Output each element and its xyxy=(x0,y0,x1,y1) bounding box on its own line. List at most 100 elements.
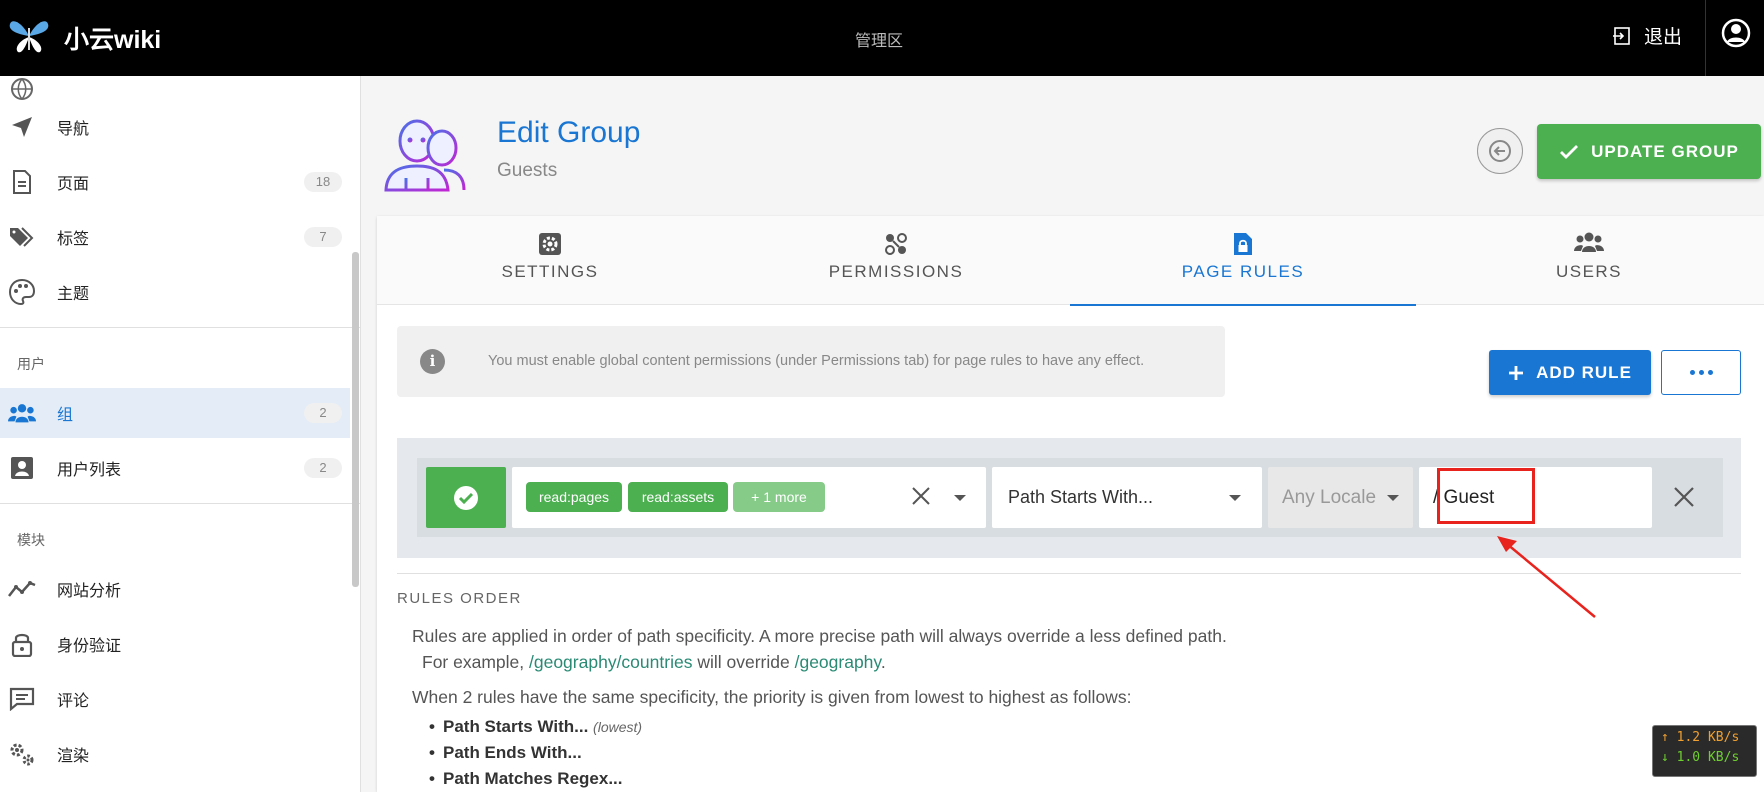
user-list-icon xyxy=(8,454,36,482)
upload-speed: ↑ 1.2 KB/s xyxy=(1661,730,1740,745)
add-rule-button[interactable]: ADD RULE xyxy=(1489,350,1651,395)
logout-button[interactable]: 退出 xyxy=(1612,22,1682,49)
tab-settings[interactable]: SETTINGS xyxy=(377,216,723,305)
permission-chip[interactable]: read:assets xyxy=(628,482,728,512)
sidebar-item-rendering[interactable]: 渲染 xyxy=(0,729,350,779)
clear-icon[interactable] xyxy=(910,485,932,507)
gears-icon xyxy=(8,740,36,768)
more-permissions-chip[interactable]: + 1 more xyxy=(733,482,825,512)
sidebar-item-label: 标签 xyxy=(57,231,90,248)
sidebar-item-label: 组 xyxy=(57,407,74,424)
tab-label: SETTINGS xyxy=(501,262,599,281)
lowest-note: (lowest) xyxy=(593,719,643,735)
file-lock-icon xyxy=(1234,233,1252,255)
annotation-arrow-icon xyxy=(1497,536,1596,618)
sidebar-item-pages[interactable]: 页面 18 xyxy=(0,157,350,207)
network-speed-widget: ↑ 1.2 KB/s ↓ 1.0 KB/s xyxy=(1652,725,1757,777)
sidebar-item-comments[interactable]: 评论 xyxy=(0,674,350,724)
site-title[interactable]: 小云wiki xyxy=(64,20,161,56)
gear-icon xyxy=(539,233,561,255)
delete-rule-icon[interactable] xyxy=(1671,484,1697,510)
sidebar-item-tags[interactable]: 标签 7 xyxy=(0,212,350,262)
rules-order-heading: RULES ORDER xyxy=(397,590,522,607)
sidebar-item-label: 身份验证 xyxy=(57,638,122,655)
top-bar: 小云wiki 管理区 退出 xyxy=(0,0,1764,76)
more-dots-icon xyxy=(1689,370,1695,375)
dropdown-caret-icon[interactable] xyxy=(954,495,966,501)
page-title: Edit Group xyxy=(497,116,641,149)
locale-select[interactable]: Any Locale xyxy=(1268,467,1413,528)
sidebar-item-navigation[interactable]: 导航 xyxy=(0,102,350,152)
back-button[interactable] xyxy=(1477,128,1523,174)
sidebar-item-label: 导航 xyxy=(57,121,90,138)
permissions-select[interactable]: read:pages read:assets + 1 more xyxy=(512,467,986,528)
logout-icon xyxy=(1613,26,1630,45)
example-path-link[interactable]: /geography xyxy=(795,652,881,672)
sidebar-item-label: 网站分析 xyxy=(57,583,122,600)
check-icon xyxy=(1560,144,1579,159)
sidebar-item-label: 用户列表 xyxy=(57,462,122,479)
sidebar-item-theme[interactable]: 主题 xyxy=(0,267,350,317)
admin-area-label: 管理区 xyxy=(855,33,904,50)
lock-icon xyxy=(8,630,36,658)
users-icon xyxy=(1574,232,1604,252)
dropdown-caret-icon xyxy=(1229,495,1241,501)
priority-item-text: Path Starts With... xyxy=(443,717,589,736)
priority-list-item: Path Starts With... (lowest) xyxy=(429,717,643,737)
count-badge: 18 xyxy=(304,172,342,192)
add-rule-label: ADD RULE xyxy=(1536,362,1632,382)
example-prefix: For example, xyxy=(422,652,525,672)
rules-order-line3: When 2 rules have the same specificity, … xyxy=(412,687,1132,707)
sidebar-item-auth[interactable]: 身份验证 xyxy=(0,619,350,669)
plus-icon xyxy=(1509,365,1524,380)
sidebar-divider xyxy=(0,327,360,328)
globe-icon xyxy=(8,76,36,103)
dropdown-caret-icon xyxy=(1387,495,1399,501)
arrow-left-icon xyxy=(1489,140,1511,162)
group-name-subtitle: Guests xyxy=(497,160,558,181)
more-dot xyxy=(1707,370,1713,375)
tab-permissions[interactable]: PERMISSIONS xyxy=(723,216,1069,305)
group-editor-card: SETTINGS PERMISSIONS PAGE RULES USERS i … xyxy=(377,216,1764,792)
analytics-icon xyxy=(8,575,36,603)
groups-icon xyxy=(8,399,36,427)
tab-label: PAGE RULES xyxy=(1181,262,1305,281)
check-circle-icon xyxy=(454,485,478,510)
alert-text: You must enable global content permissio… xyxy=(488,353,1145,369)
match-type-select[interactable]: Path Starts With... xyxy=(992,467,1262,528)
rule-allow-toggle[interactable] xyxy=(426,467,506,528)
update-group-label: UPDATE GROUP xyxy=(1591,141,1739,161)
butterfly-logo-icon[interactable] xyxy=(8,16,50,56)
update-group-button[interactable]: UPDATE GROUP xyxy=(1537,124,1761,179)
sidebar-scrollbar[interactable] xyxy=(352,252,359,587)
palette-icon xyxy=(8,278,36,306)
example-middle: will override xyxy=(697,652,790,672)
rules-order-line1: Rules are applied in order of path speci… xyxy=(412,626,1227,646)
sidebar-item-analytics[interactable]: 网站分析 xyxy=(0,564,350,614)
comment-icon xyxy=(8,685,36,713)
permission-chip[interactable]: read:pages xyxy=(526,482,622,512)
section-label-modules: 模块 xyxy=(17,532,45,548)
path-highlight-box xyxy=(1437,468,1535,524)
sidebar-item-label: 渲染 xyxy=(57,748,90,765)
tab-page-rules[interactable]: PAGE RULES xyxy=(1070,216,1416,306)
rules-order-example: For example, /geography/countries will o… xyxy=(422,652,886,673)
account-icon[interactable] xyxy=(1720,17,1752,49)
download-speed: ↓ 1.0 KB/s xyxy=(1661,750,1740,765)
info-alert: i You must enable global content permiss… xyxy=(397,326,1225,397)
priority-list-item: Path Ends With... xyxy=(429,743,582,763)
sidebar-divider xyxy=(0,503,360,504)
info-icon: i xyxy=(420,349,445,374)
example-path-link[interactable]: /geography/countries xyxy=(529,652,692,672)
match-type-value: Path Starts With... xyxy=(1008,487,1154,507)
sidebar-item-groups[interactable]: 组 2 xyxy=(0,388,350,438)
more-actions-button[interactable] xyxy=(1661,350,1741,395)
page-icon xyxy=(8,168,36,196)
sidebar-item-user-list[interactable]: 用户列表 2 xyxy=(0,443,350,493)
tab-users[interactable]: USERS xyxy=(1416,216,1762,305)
tab-label: PERMISSIONS xyxy=(828,262,964,281)
permissions-icon xyxy=(885,233,907,255)
sidebar-item-label: 主题 xyxy=(57,286,90,303)
topbar-divider xyxy=(1705,0,1706,76)
priority-list-item: Path Matches Regex... xyxy=(429,769,622,789)
